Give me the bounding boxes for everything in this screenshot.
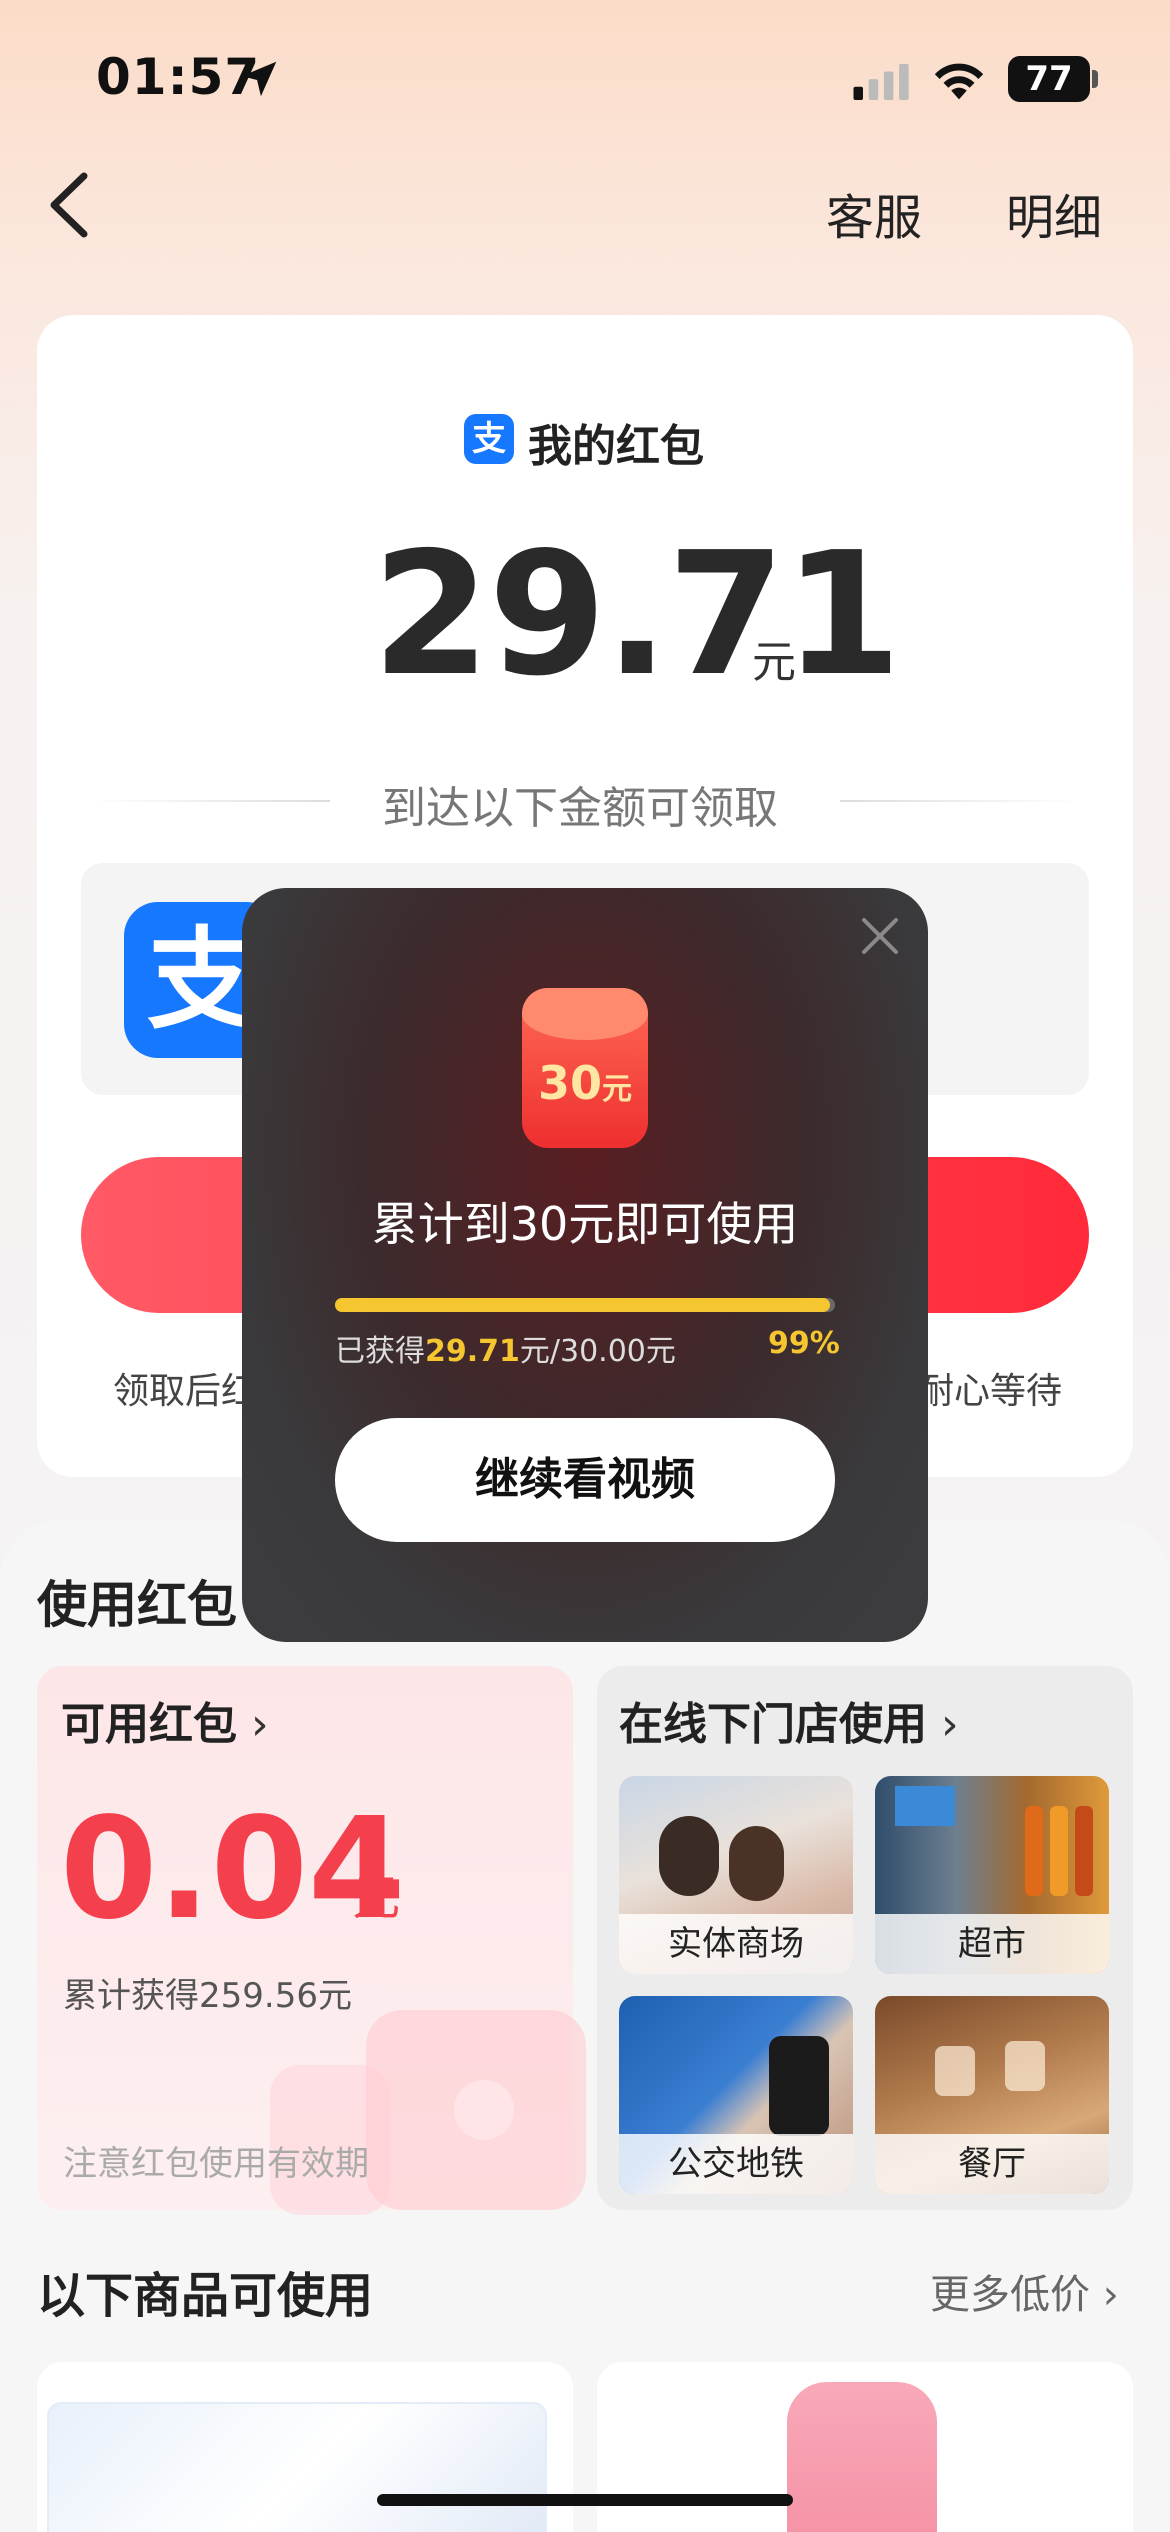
progress-percent: 99% <box>768 1326 840 1361</box>
red-packet-value: 30元 <box>537 1056 632 1110</box>
close-icon[interactable] <box>856 912 904 960</box>
modal-heading: 累计到30元即可使用 <box>371 1197 799 1251</box>
progress-text: 已获得29.71元/30.00元 <box>335 1334 676 1369</box>
progress-fill <box>335 1298 830 1312</box>
red-packet-flap <box>522 988 648 1040</box>
continue-watching-button[interactable]: 继续看视频 <box>335 1418 835 1542</box>
